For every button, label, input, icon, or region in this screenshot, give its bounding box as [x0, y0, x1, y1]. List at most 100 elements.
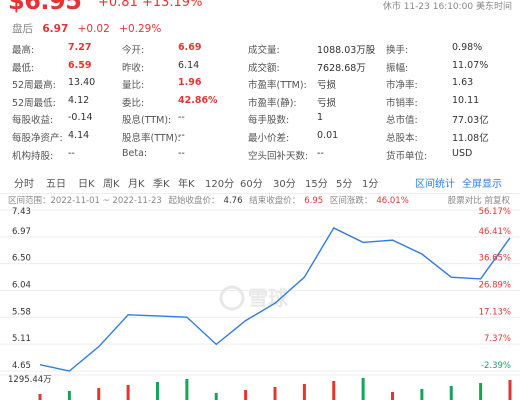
- after-hours-change: +0.02: [77, 23, 110, 35]
- volume-bar: [391, 392, 394, 400]
- stat-label: 量比:: [122, 80, 145, 92]
- stat-value: 1: [317, 112, 324, 124]
- volume-bar: [126, 385, 130, 400]
- volume-bar: [185, 379, 189, 400]
- stat-label: 每股收益:: [12, 115, 54, 127]
- stat-value: --: [178, 147, 185, 159]
- y-axis-tick-right: 17.13%: [479, 307, 511, 317]
- stat-value: 6.14: [178, 59, 200, 71]
- stat-col1-0: 最高: 7.27: [12, 42, 91, 56]
- volume-bar: [479, 383, 483, 400]
- stat-label: 机构持股:: [12, 150, 54, 162]
- stat-label: 股息(TTM):: [122, 115, 172, 127]
- y-axis-tick-right: 36.65%: [479, 254, 511, 264]
- stat-col4-3: 市销率: 10.11: [386, 95, 479, 109]
- y-axis-tick-left: 5.58: [12, 307, 31, 317]
- stat-label: 空头回补天数:: [248, 150, 309, 162]
- volume-bar: [449, 386, 453, 400]
- tab-period-3[interactable]: 周K: [103, 175, 120, 190]
- volume-bar: [361, 378, 365, 400]
- y-axis-tick-left: 4.65: [12, 361, 31, 371]
- stat-label: 最小价差:: [248, 133, 290, 144]
- stat-label: 52周最高:: [12, 80, 56, 92]
- tab-period-2[interactable]: 日K: [78, 175, 95, 190]
- stat-value: 0.98%: [452, 42, 483, 53]
- after-hours-quote: 盘后 6.97 +0.02 +0.29%: [12, 21, 167, 36]
- stat-label: 成交量:: [248, 45, 280, 56]
- tab-period-5[interactable]: 季K: [153, 175, 170, 190]
- stat-label: 成交额:: [248, 62, 280, 74]
- stat-col3-1: 成交额: 7628.68万: [248, 60, 366, 74]
- stat-value: 4.12: [68, 94, 90, 106]
- stat-value: --: [178, 130, 185, 141]
- stat-col4-2: 市净率: 1.63: [386, 77, 473, 91]
- after-hours-percent: +0.29%: [119, 23, 162, 35]
- tab-period-10[interactable]: 15分: [305, 175, 328, 190]
- stat-col4-5: 总股本: 11.08亿: [386, 130, 489, 144]
- stat-value: --: [68, 147, 75, 159]
- y-axis-tick-right: 56.17%: [479, 207, 511, 217]
- after-hours-label: 盘后: [12, 23, 33, 35]
- volume-bar: [420, 389, 424, 400]
- stat-value: 7628.68万: [317, 62, 366, 74]
- stat-label: 市盈率(静):: [248, 97, 297, 109]
- stat-value: -0.14: [68, 112, 93, 124]
- stat-value: 6.59: [68, 59, 92, 71]
- stat-label: 市销率:: [386, 97, 418, 109]
- quote-header: $6.95 +0.81 +13.19% 休市 11-23 16:10:00 美东…: [0, 0, 520, 44]
- stat-col1-2: 52周最高: 13.40: [12, 77, 95, 92]
- stat-label: 换手:: [386, 45, 409, 56]
- last-price: $6.95: [8, 0, 82, 15]
- stat-label: 振幅:: [386, 62, 409, 74]
- tab-period-9[interactable]: 30分: [273, 175, 296, 190]
- volume-bar: [332, 381, 336, 400]
- stat-col1-5: 每股净资产: 4.14: [12, 130, 89, 144]
- tab-period-11[interactable]: 5分: [336, 175, 352, 190]
- fullscreen-button[interactable]: 全屏显示: [462, 175, 502, 190]
- stat-value: --: [178, 112, 185, 124]
- stat-value: 7.27: [68, 42, 92, 53]
- volume-bar: [244, 390, 248, 400]
- tab-period-0[interactable]: 分时: [14, 175, 34, 190]
- stat-value: 1088.03万股: [317, 45, 376, 56]
- stat-value: 1.96: [178, 77, 202, 89]
- stat-value: --: [317, 147, 324, 159]
- stat-col4-0: 换手: 0.98%: [386, 42, 482, 56]
- stat-col1-6: 机构持股: --: [12, 148, 75, 162]
- stat-value: 0.01: [317, 130, 339, 141]
- stat-label: 总股本:: [386, 133, 418, 144]
- tab-period-8[interactable]: 60分: [240, 175, 263, 190]
- stat-value: 1.63: [452, 77, 474, 89]
- y-axis-tick-right: 7.37%: [484, 334, 511, 344]
- tab-period-4[interactable]: 月K: [128, 175, 145, 190]
- stat-col4-4: 总市值: 77.03亿: [386, 112, 489, 127]
- stat-label: 总市值:: [386, 115, 418, 127]
- stat-col2-6: Beta: --: [122, 148, 185, 159]
- stat-col4-1: 振幅: 11.07%: [386, 60, 488, 74]
- stat-value: 13.40: [68, 77, 96, 89]
- y-axis-tick-left: 7.43: [12, 207, 31, 217]
- tab-period-12[interactable]: 1分: [362, 175, 378, 190]
- range-stats-button[interactable]: 区间统计: [415, 175, 455, 190]
- volume-bar: [273, 387, 277, 400]
- stat-label: 委比:: [122, 97, 145, 109]
- volume-max-label: 1295.44万: [8, 375, 52, 385]
- stat-label: 52周最低:: [12, 97, 56, 109]
- y-axis-tick-right: 46.41%: [479, 227, 511, 237]
- y-axis-tick-right: -2.39%: [481, 361, 511, 371]
- stat-value: 4.14: [68, 130, 90, 141]
- tab-period-6[interactable]: 年K: [178, 175, 195, 190]
- y-axis-tick-left: 6.04: [12, 281, 31, 291]
- stat-col3-2: 市盈率(TTM): 亏损: [248, 77, 336, 91]
- volume-bar: [214, 393, 218, 400]
- stat-col3-0: 成交量: 1088.03万股: [248, 42, 375, 56]
- tab-period-1[interactable]: 五日: [46, 175, 66, 190]
- stat-label: 最低:: [12, 62, 35, 74]
- stat-value: 6.69: [178, 42, 202, 53]
- y-axis-tick-right: 26.89%: [479, 281, 511, 291]
- stat-value: 11.08亿: [452, 133, 489, 144]
- stat-value: 亏损: [317, 80, 337, 92]
- price-chart[interactable]: 雪球7.436.976.506.045.585.114.6556.17%46.4…: [0, 204, 520, 400]
- tab-period-7[interactable]: 120分: [205, 175, 234, 190]
- after-hours-price: 6.97: [42, 23, 69, 35]
